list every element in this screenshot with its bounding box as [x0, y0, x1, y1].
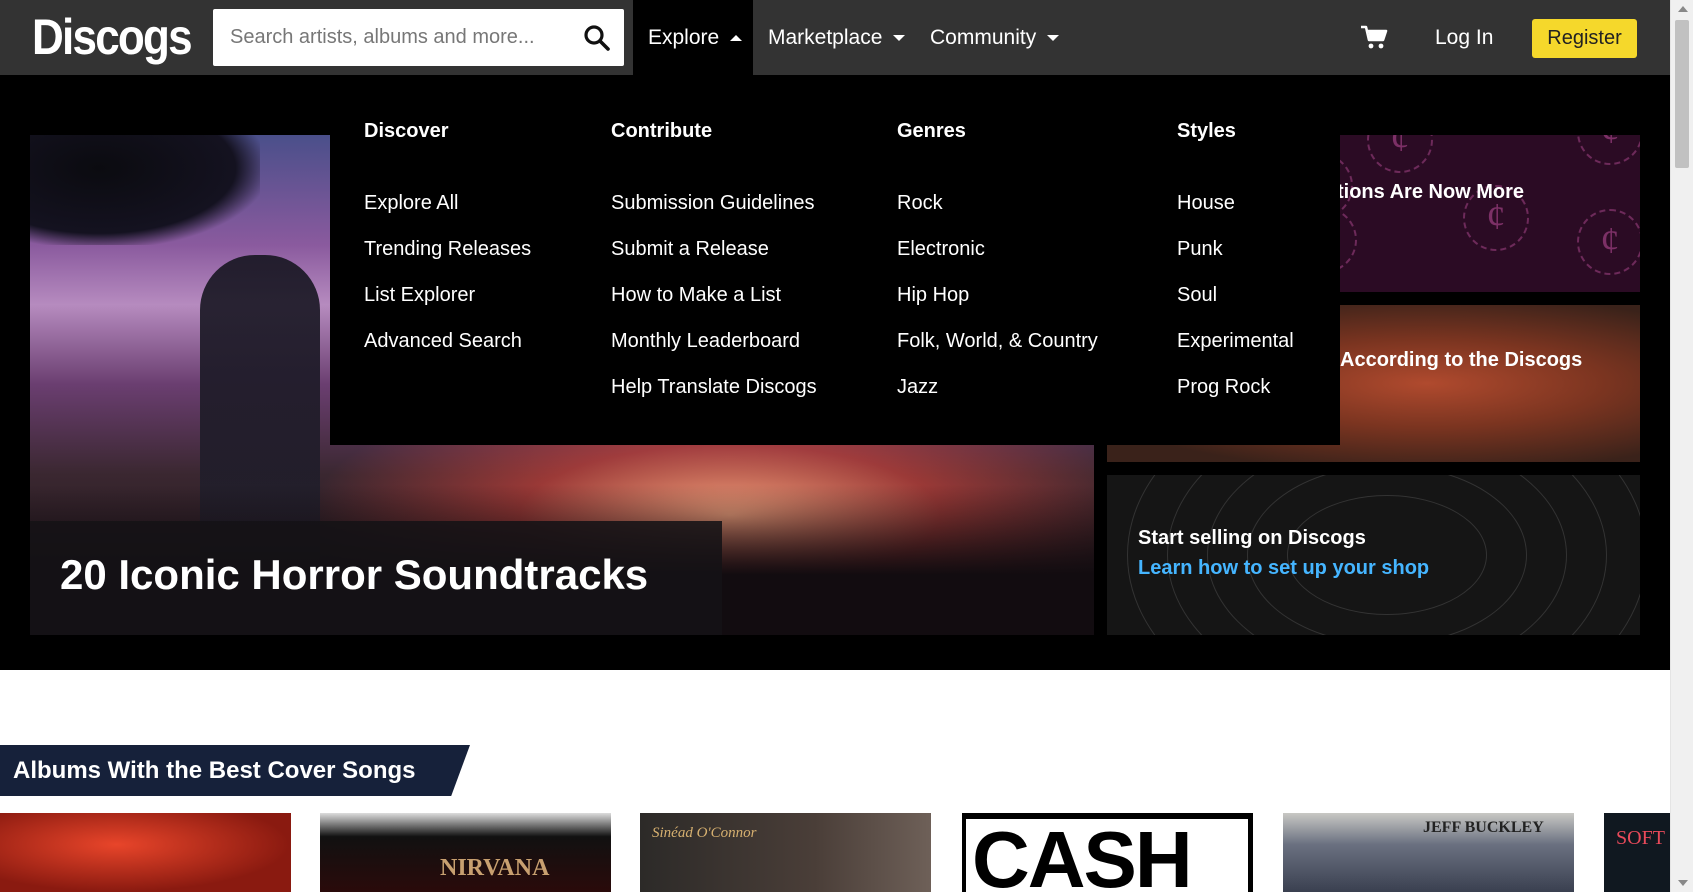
dropdown-heading: Styles [1177, 120, 1236, 142]
dropdown-heading: Contribute [611, 120, 713, 142]
dropdown-item[interactable]: Submission Guidelines [611, 190, 817, 236]
dropdown-item[interactable]: List Explorer [364, 282, 531, 328]
dropdown-item[interactable]: Hip Hop [897, 282, 1098, 328]
vinyl-ring [1287, 495, 1487, 615]
dropdown-item[interactable]: Experimental [1177, 328, 1294, 374]
dropdown-item[interactable]: Submit a Release [611, 236, 817, 282]
album-cover[interactable]: SOFT [1604, 813, 1670, 892]
nav-explore[interactable]: Explore [633, 0, 753, 75]
dropdown-item[interactable]: Rock [897, 190, 1098, 236]
discogs-logo[interactable]: Discogs [32, 9, 193, 65]
nav-explore-label: Explore [648, 26, 720, 49]
dropdown-column-genres: Genres Rock Electronic Hip Hop Folk, Wor… [897, 120, 1098, 420]
coin-icon [1367, 135, 1433, 173]
side-card-1-title: tions Are Now More [1337, 181, 1525, 203]
album-cover[interactable]: Sinéad O'Connor [640, 813, 931, 892]
side-card-3[interactable]: Start selling on Discogs Learn how to se… [1107, 475, 1640, 635]
cart-icon[interactable] [1360, 24, 1388, 50]
dropdown-column-discover: Discover Explore All Trending Releases L… [364, 120, 531, 374]
search-box [213, 9, 624, 66]
nav-marketplace-label: Marketplace [768, 26, 883, 49]
dropdown-column-contribute: Contribute Submission Guidelines Submit … [611, 120, 817, 420]
top-navbar: Discogs Explore Marketplace Community Lo… [0, 0, 1670, 75]
coin-icon [1577, 209, 1640, 275]
section-header: Albums With the Best Cover Songs [0, 745, 470, 796]
hero-image-tree [30, 135, 260, 245]
caret-up-icon [730, 35, 743, 42]
login-link[interactable]: Log In [1435, 0, 1493, 75]
dropdown-heading: Discover [364, 120, 449, 142]
dropdown-item[interactable]: Monthly Leaderboard [611, 328, 817, 374]
dropdown-item[interactable]: How to Make a List [611, 282, 817, 328]
side-card-3-title: Start selling on Discogs [1138, 527, 1366, 549]
nav-community[interactable]: Community [930, 0, 1060, 75]
dropdown-item[interactable]: Advanced Search [364, 328, 531, 374]
nav-community-label: Community [930, 26, 1037, 49]
album-cover[interactable]: NIRVANA [320, 813, 611, 892]
scrollbar-thumb[interactable] [1675, 20, 1689, 168]
hero-caption: 20 Iconic Horror Soundtracks [30, 521, 722, 635]
album-cover[interactable]: JEFF BUCKLEY [1283, 813, 1574, 892]
dropdown-item[interactable]: Electronic [897, 236, 1098, 282]
album-cover-text: Sinéad O'Connor [652, 825, 757, 841]
setup-shop-link[interactable]: Learn how to set up your shop [1138, 557, 1429, 580]
dropdown-item[interactable]: Trending Releases [364, 236, 531, 282]
hero-title[interactable]: 20 Iconic Horror Soundtracks [60, 551, 648, 599]
dropdown-item[interactable]: Punk [1177, 236, 1294, 282]
page-scrollbar[interactable] [1670, 0, 1693, 892]
side-card-2-title: According to the Discogs [1340, 349, 1583, 371]
dropdown-column-styles: Styles House Punk Soul Experimental Prog… [1177, 120, 1294, 420]
register-button[interactable]: Register [1532, 19, 1637, 58]
dropdown-item[interactable]: House [1177, 190, 1294, 236]
caret-down-icon [893, 35, 906, 42]
album-cover-text: CASH [972, 815, 1193, 892]
dropdown-item[interactable]: Help Translate Discogs [611, 374, 817, 420]
dropdown-item[interactable]: Jazz [897, 374, 1098, 420]
section-title[interactable]: Albums With the Best Cover Songs [13, 757, 416, 785]
album-cover-text: JEFF BUCKLEY [1423, 819, 1544, 836]
dropdown-item[interactable]: Folk, World, & Country [897, 328, 1098, 374]
coin-icon [1577, 135, 1640, 165]
dropdown-item[interactable]: Prog Rock [1177, 374, 1294, 420]
album-cover[interactable] [0, 813, 291, 892]
search-icon[interactable] [582, 23, 612, 53]
explore-dropdown: Discover Explore All Trending Releases L… [330, 75, 1340, 445]
album-cover-text: NIRVANA [440, 855, 550, 881]
nav-marketplace[interactable]: Marketplace [768, 0, 906, 75]
caret-down-icon [1047, 35, 1060, 42]
scroll-down-arrow-icon[interactable] [1678, 880, 1688, 886]
search-input[interactable] [213, 9, 573, 66]
album-cover-text: SOFT [1616, 827, 1665, 849]
dropdown-heading: Genres [897, 120, 966, 142]
album-cover[interactable]: CASH [962, 813, 1253, 892]
scroll-up-arrow-icon[interactable] [1678, 6, 1688, 12]
dropdown-item[interactable]: Explore All [364, 190, 531, 236]
dropdown-item[interactable]: Soul [1177, 282, 1294, 328]
